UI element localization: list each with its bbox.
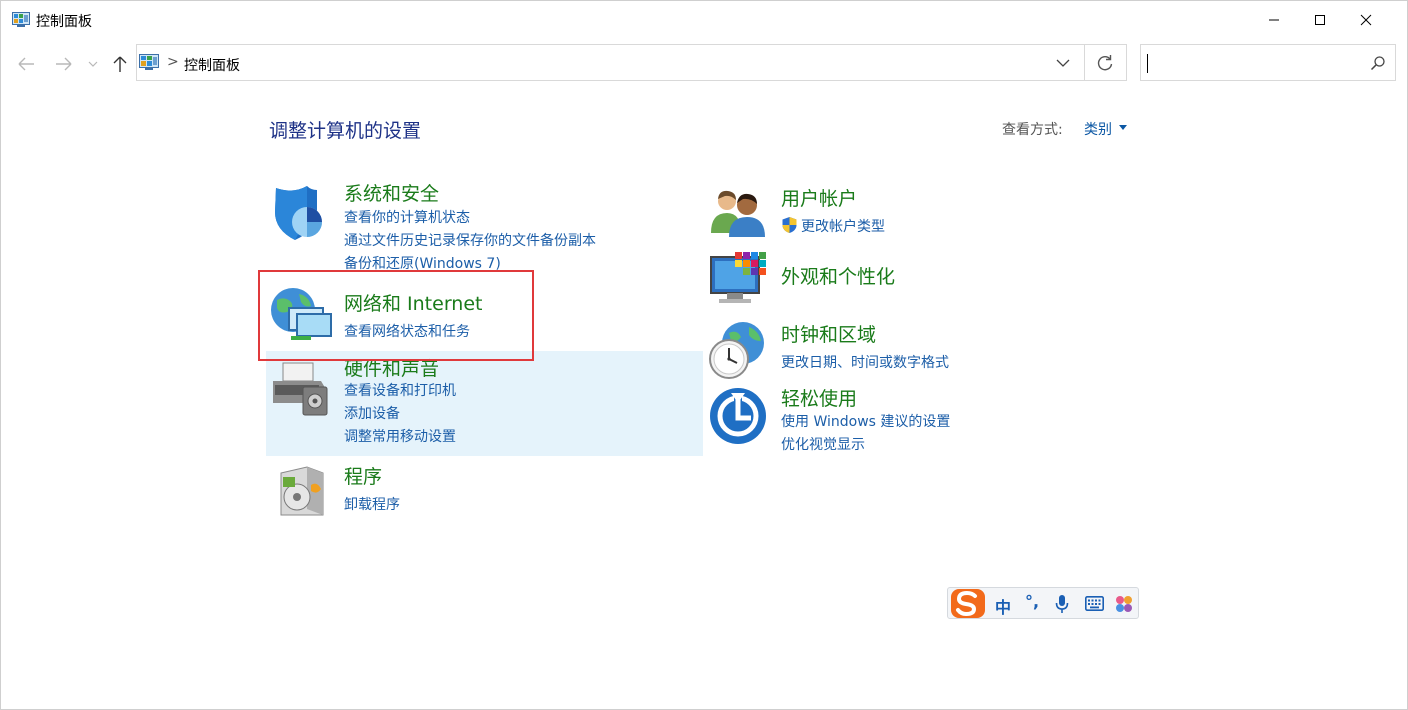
link-mobility-settings[interactable]: 调整常用移动设置 bbox=[344, 426, 456, 446]
printer-icon[interactable] bbox=[271, 361, 331, 417]
ime-toolbar[interactable]: 中 °, bbox=[947, 587, 1139, 619]
refresh-icon[interactable] bbox=[1095, 53, 1115, 73]
link-add-device[interactable]: 添加设备 bbox=[344, 403, 400, 423]
arrow-left-icon bbox=[18, 57, 34, 71]
text-caret bbox=[1147, 54, 1148, 73]
shield-icon[interactable] bbox=[271, 184, 329, 242]
chevron-down-icon[interactable] bbox=[1054, 54, 1072, 72]
link-optimize-visual-display[interactable]: 优化视觉显示 bbox=[781, 434, 865, 454]
breadcrumb-control-panel[interactable]: 控制面板 bbox=[184, 55, 240, 75]
microphone-icon[interactable] bbox=[1055, 594, 1069, 614]
minimize-icon bbox=[1269, 19, 1279, 21]
users-icon[interactable] bbox=[709, 187, 769, 239]
arrow-right-icon bbox=[56, 57, 72, 71]
view-by-dropdown[interactable]: 类别 bbox=[1084, 119, 1112, 139]
address-bar[interactable]: > 控制面板 bbox=[136, 44, 1127, 81]
up-button[interactable] bbox=[109, 53, 131, 75]
recent-locations-button[interactable] bbox=[84, 53, 102, 75]
link-windows-recommended-settings[interactable]: 使用 Windows 建议的设置 bbox=[781, 411, 950, 431]
minimize-button[interactable] bbox=[1251, 1, 1297, 39]
link-devices-printers[interactable]: 查看设备和打印机 bbox=[344, 380, 456, 400]
title-bar: 控制面板 bbox=[1, 1, 1407, 39]
caret-down-icon[interactable] bbox=[1119, 125, 1127, 130]
monitor-palette-icon[interactable] bbox=[709, 251, 769, 307]
close-button[interactable] bbox=[1343, 1, 1389, 39]
link-file-history-backup[interactable]: 通过文件历史记录保存你的文件备份副本 bbox=[344, 230, 596, 250]
keyboard-icon[interactable] bbox=[1085, 596, 1104, 611]
category-appearance-personalization[interactable]: 外观和个性化 bbox=[781, 262, 895, 289]
programs-icon[interactable] bbox=[277, 463, 327, 519]
control-panel-icon bbox=[12, 12, 30, 27]
view-by-label: 查看方式: bbox=[1002, 122, 1063, 138]
link-change-date-time-format[interactable]: 更改日期、时间或数字格式 bbox=[781, 352, 949, 372]
link-uninstall-program[interactable]: 卸载程序 bbox=[344, 494, 400, 514]
close-icon bbox=[1360, 14, 1372, 26]
arrow-up-icon bbox=[113, 56, 127, 72]
hardware-hover-highlight bbox=[266, 351, 703, 456]
category-user-accounts[interactable]: 用户帐户 bbox=[781, 184, 857, 211]
ease-of-access-icon[interactable] bbox=[709, 387, 767, 445]
ime-mode-indicator[interactable]: 中 bbox=[995, 594, 1011, 618]
window-title: 控制面板 bbox=[36, 14, 92, 30]
category-clock-region[interactable]: 时钟和区域 bbox=[781, 320, 876, 347]
sogou-logo-icon[interactable] bbox=[950, 588, 986, 619]
page-title: 调整计算机的设置 bbox=[269, 120, 422, 142]
category-ease-of-access[interactable]: 轻松使用 bbox=[781, 384, 857, 411]
network-highlight-box bbox=[258, 270, 534, 361]
category-programs[interactable]: 程序 bbox=[344, 462, 382, 489]
clock-globe-icon[interactable] bbox=[707, 321, 767, 381]
link-view-computer-status[interactable]: 查看你的计算机状态 bbox=[344, 207, 470, 227]
maximize-icon bbox=[1315, 15, 1325, 25]
chevron-down-icon bbox=[88, 61, 98, 67]
back-button[interactable] bbox=[15, 53, 37, 75]
address-divider bbox=[1084, 45, 1085, 80]
link-change-account-type[interactable]: 更改帐户类型 bbox=[801, 216, 885, 236]
uac-shield-icon bbox=[782, 217, 797, 233]
control-panel-window: 控制面板 > 控制面板 调整计算机的设置 查看方式: 类别 系统和安全 查看你的… bbox=[0, 0, 1408, 710]
search-icon[interactable] bbox=[1370, 55, 1386, 71]
skin-icon[interactable] bbox=[1115, 595, 1133, 613]
search-input[interactable] bbox=[1140, 44, 1396, 81]
maximize-button[interactable] bbox=[1297, 1, 1343, 39]
control-panel-icon bbox=[139, 54, 159, 70]
ime-punctuation-toggle[interactable]: °, bbox=[1025, 592, 1039, 611]
category-system-security[interactable]: 系统和安全 bbox=[344, 179, 439, 206]
forward-button[interactable] bbox=[53, 53, 75, 75]
breadcrumb-separator[interactable]: > bbox=[167, 54, 179, 70]
